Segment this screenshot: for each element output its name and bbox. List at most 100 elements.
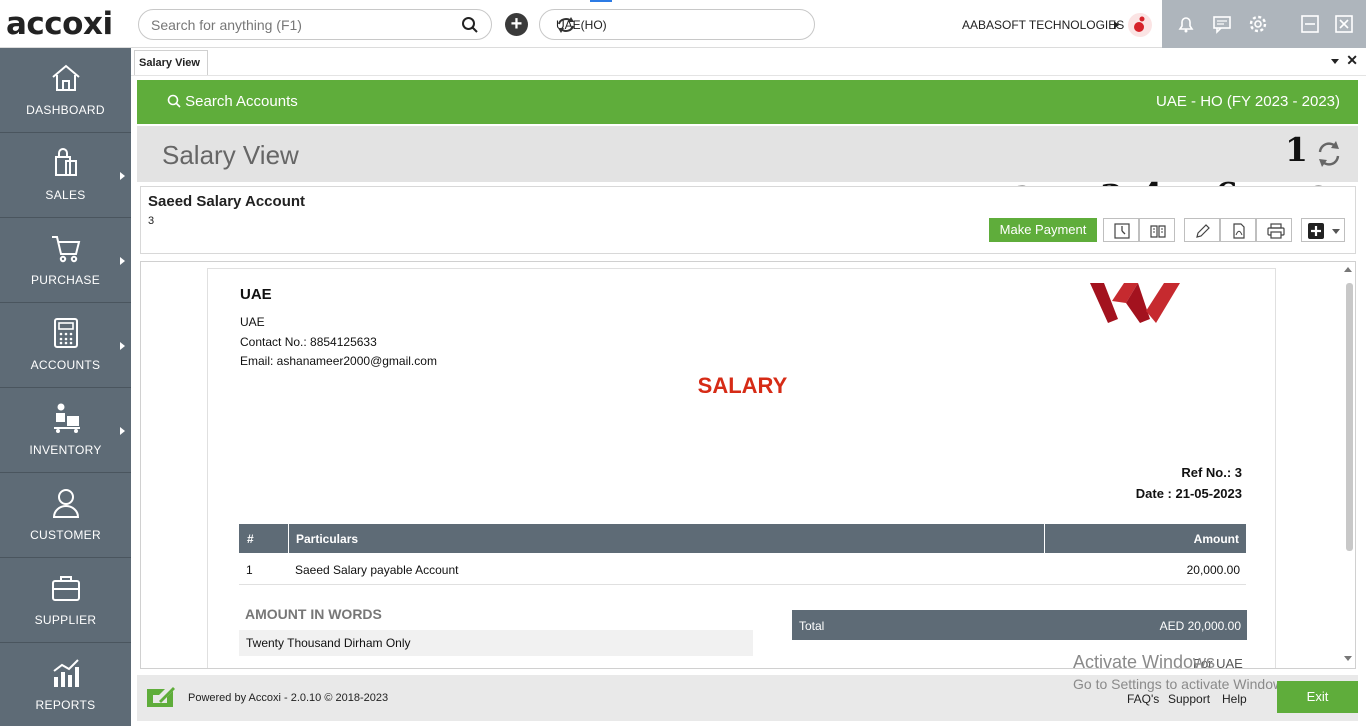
- company-logo: [1090, 283, 1180, 323]
- document-ref-no: Ref No.: 3: [1181, 465, 1242, 480]
- inventory-icon: [54, 403, 80, 433]
- search-input[interactable]: [151, 16, 451, 34]
- top-bar: accoxi + UAE(HO) AABASOFT TECHNOLOGIES: [0, 0, 1366, 48]
- sidebar-item-dashboard[interactable]: DASHBOARD: [0, 48, 131, 133]
- exit-button[interactable]: Exit: [1277, 681, 1358, 713]
- faq-link[interactable]: FAQ's: [1127, 692, 1159, 706]
- sidebar-item-label: SALES: [45, 188, 86, 202]
- document-address: UAE: [240, 315, 265, 329]
- row-amount: 20,000.00: [1186, 563, 1240, 577]
- printer-icon: [1267, 223, 1285, 239]
- company-name[interactable]: AABASOFT TECHNOLOGIES: [962, 18, 1124, 32]
- company-caret-icon[interactable]: [1114, 21, 1119, 29]
- search-icon: [167, 94, 181, 108]
- search-accounts-label: Search Accounts: [185, 93, 298, 110]
- message-icon[interactable]: [1212, 14, 1232, 39]
- sidebar: DASHBOARD SALES PURCHASE ACCOUNTS INVENT…: [0, 48, 131, 726]
- history-button[interactable]: [1103, 218, 1139, 242]
- pdf-icon: [1233, 223, 1245, 239]
- switch-branch-icon[interactable]: [556, 16, 806, 37]
- bar-chart-icon: [53, 659, 79, 687]
- sidebar-item-reports[interactable]: REPORTS: [0, 643, 131, 728]
- home-icon: [52, 64, 80, 91]
- row-particulars: Saeed Salary payable Account: [295, 563, 459, 577]
- bell-icon[interactable]: [1176, 14, 1196, 39]
- scroll-thumb[interactable]: [1346, 283, 1353, 551]
- document-email: Email: ashanameer2000@gmail.com: [240, 354, 437, 368]
- total-row: Total AED 20,000.00: [792, 610, 1247, 640]
- chevron-right-icon: [120, 342, 125, 350]
- column-header-no: #: [247, 532, 254, 546]
- account-number: 3: [148, 215, 155, 227]
- branch-selector[interactable]: UAE(HO): [539, 9, 815, 40]
- ledger-button[interactable]: [1139, 218, 1175, 242]
- sidebar-item-label: DASHBOARD: [26, 103, 105, 117]
- total-value: AED 20,000.00: [1159, 619, 1241, 633]
- briefcase-icon: [52, 576, 80, 601]
- chevron-right-icon: [120, 172, 125, 180]
- chevron-right-icon: [120, 427, 125, 435]
- more-actions-button[interactable]: [1301, 218, 1345, 242]
- support-link[interactable]: Support: [1168, 692, 1210, 706]
- document-date: Date : 21-05-2023: [1135, 486, 1242, 501]
- print-button[interactable]: [1256, 218, 1292, 242]
- total-label: Total: [799, 619, 825, 633]
- help-link[interactable]: Help: [1222, 692, 1247, 706]
- column-header-amount: Amount: [1193, 532, 1239, 546]
- refresh-icon[interactable]: [1315, 139, 1343, 174]
- fiscal-year-label: UAE - HO (FY 2023 - 2023): [1156, 93, 1340, 110]
- tab-indicator: [590, 0, 612, 2]
- account-name: Saeed Salary Account: [148, 193, 306, 210]
- tab-list-dropdown-icon[interactable]: [1331, 59, 1339, 64]
- powered-by-text: Powered by Accoxi - 2.0.10 © 2018-2023: [188, 692, 389, 704]
- system-toolbar: [1162, 0, 1366, 48]
- sidebar-item-inventory[interactable]: INVENTORY: [0, 388, 131, 473]
- sidebar-item-sales[interactable]: SALES: [0, 133, 131, 218]
- edit-button[interactable]: [1184, 218, 1220, 242]
- document-title: SALARY: [697, 373, 788, 398]
- chevron-right-icon: [120, 257, 125, 265]
- close-tab-icon[interactable]: ✕: [1346, 52, 1358, 69]
- amount-in-words-label: AMOUNT IN WORDS: [245, 606, 382, 622]
- account-header-bar: Search Accounts UAE - HO (FY 2023 - 2023…: [137, 80, 1358, 124]
- pdf-button[interactable]: [1220, 218, 1256, 242]
- document-scrollbar[interactable]: [1343, 265, 1353, 665]
- watermark-line2: Go to Settings to activate Windows.: [1073, 676, 1294, 692]
- add-new-icon[interactable]: +: [505, 13, 528, 36]
- sidebar-item-label: SUPPLIER: [34, 613, 97, 627]
- make-payment-button[interactable]: Make Payment: [989, 218, 1097, 242]
- table-header: # Particulars Amount: [239, 524, 1246, 553]
- page-header: Salary View: [137, 126, 1358, 182]
- shopping-bag-icon: [55, 148, 77, 176]
- sidebar-item-customer[interactable]: CUSTOMER: [0, 473, 131, 558]
- column-divider: [288, 524, 289, 553]
- amount-in-words-value: Twenty Thousand Dirham Only: [239, 630, 753, 656]
- app-logo: accoxi: [6, 6, 113, 42]
- sidebar-item-purchase[interactable]: PURCHASE: [0, 218, 131, 303]
- accoxi-footer-logo: [147, 687, 175, 707]
- scroll-up-icon[interactable]: [1344, 267, 1352, 272]
- page-title: Salary View: [162, 140, 299, 170]
- sidebar-item-accounts[interactable]: ACCOUNTS: [0, 303, 131, 388]
- minimize-icon[interactable]: [1300, 14, 1320, 39]
- search-accounts-link[interactable]: Search Accounts: [167, 93, 298, 110]
- history-icon: [1114, 223, 1130, 239]
- salary-document: UAE UAE Contact No.: 8854125633 Email: a…: [207, 268, 1276, 668]
- sidebar-item-label: CUSTOMER: [30, 528, 101, 542]
- scroll-down-icon[interactable]: [1344, 656, 1352, 661]
- document-contact: Contact No.: 8854125633: [240, 335, 377, 349]
- tab-salary-view[interactable]: Salary View: [134, 50, 208, 75]
- sidebar-item-label: PURCHASE: [30, 273, 101, 287]
- table-row: 1 Saeed Salary payable Account 20,000.00: [239, 553, 1246, 585]
- document-company-name: UAE: [240, 286, 272, 303]
- sidebar-item-supplier[interactable]: SUPPLIER: [0, 558, 131, 643]
- plus-square-icon: [1308, 223, 1324, 239]
- gear-icon[interactable]: [1248, 14, 1268, 39]
- cart-icon: [52, 236, 81, 263]
- search-icon[interactable]: [461, 16, 479, 39]
- user-avatar-icon[interactable]: [1127, 12, 1153, 38]
- row-no: 1: [246, 563, 253, 577]
- global-search[interactable]: [138, 9, 492, 40]
- tab-bar: Salary View ✕: [131, 48, 1366, 76]
- close-window-icon[interactable]: [1334, 14, 1354, 39]
